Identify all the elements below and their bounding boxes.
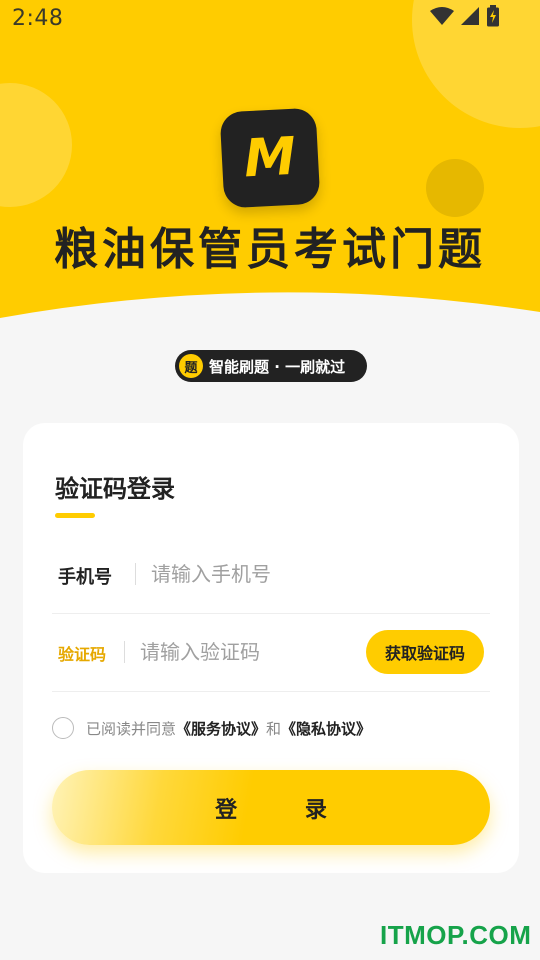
battery-charging-icon — [486, 5, 500, 31]
phone-divider — [135, 563, 136, 585]
status-icons — [430, 5, 500, 31]
agreement-row: 已阅读并同意 《服务协议》 和 《隐私协议》 — [52, 715, 371, 741]
code-divider — [124, 641, 125, 663]
title-underline — [55, 513, 95, 518]
privacy-agreement-link[interactable]: 《隐私协议》 — [281, 718, 371, 739]
login-card-title: 验证码登录 — [55, 475, 175, 503]
service-agreement-link[interactable]: 《服务协议》 — [176, 718, 266, 739]
app-title: 粮油保管员考试门题 — [54, 224, 486, 275]
slogan-pill: 题 智能刷题 · 一刷就过 — [175, 350, 367, 382]
wifi-icon — [430, 6, 454, 30]
get-code-button[interactable]: 获取验证码 — [366, 630, 484, 674]
slogan-badge: 题 — [179, 354, 203, 378]
code-label: 验证码 — [58, 645, 107, 664]
status-bar: 2:48 — [0, 0, 540, 40]
watermark: ITMOP.COM — [380, 920, 532, 950]
agreement-checkbox[interactable] — [52, 717, 74, 739]
phone-label: 手机号 — [58, 567, 112, 588]
phone-row-separator — [52, 613, 490, 614]
slogan-text: 智能刷题 · 一刷就过 — [209, 357, 346, 376]
status-time: 2:48 — [12, 6, 64, 31]
app-logo: M — [219, 107, 321, 209]
code-row-separator — [52, 691, 490, 692]
login-button[interactable]: 登 录 — [52, 770, 490, 845]
phone-input[interactable] — [151, 557, 481, 591]
verification-code-input[interactable] — [140, 635, 355, 669]
app-logo-letter: M — [242, 126, 298, 190]
agreement-prefix: 已阅读并同意 — [86, 719, 177, 738]
login-card: 验证码登录 手机号 验证码 获取验证码 已阅读并同意 《服务协议》 和 《隐私协… — [23, 423, 519, 873]
agreement-and: 和 — [266, 719, 282, 738]
cellular-signal-icon — [460, 6, 480, 30]
